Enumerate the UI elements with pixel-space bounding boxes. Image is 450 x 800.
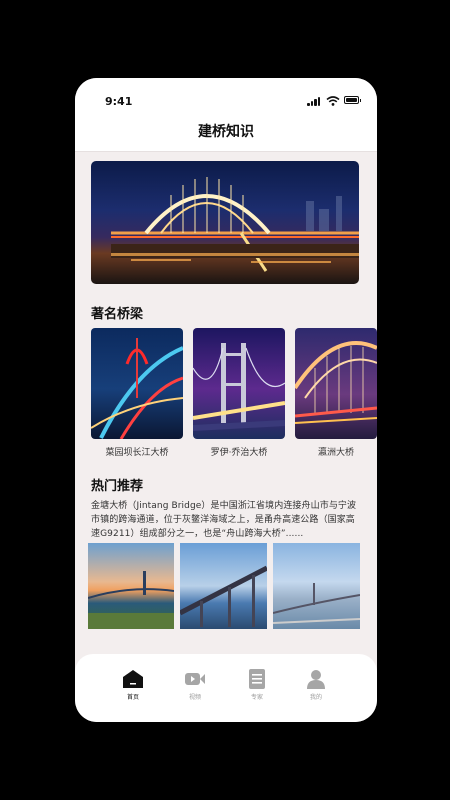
famous-bridges-title: 著名桥梁 — [91, 307, 144, 322]
phone-screen: 9:41 建桥知识 著名桥梁 菜园坝长江大桥 罗伊·乔治大桥 瀛洲大桥 热门推荐… — [75, 78, 377, 722]
famous-bridge-card[interactable] — [193, 328, 285, 439]
nav-home-label: 首页 — [126, 694, 139, 701]
battery-icon — [344, 96, 361, 104]
nav-expert[interactable]: 专家 — [232, 669, 282, 701]
hero-banner[interactable] — [91, 161, 359, 284]
famous-bridge-card[interactable] — [91, 328, 183, 439]
hot-photo-image — [273, 583, 360, 624]
bottom-nav: 首页 视频 专家 我的 — [75, 654, 377, 722]
document-icon — [246, 669, 268, 689]
nav-profile[interactable]: 我的 — [291, 669, 341, 701]
hot-photo[interactable] — [88, 543, 174, 629]
nav-video[interactable]: 视频 — [170, 669, 220, 701]
nav-expert-label: 专家 — [250, 694, 263, 701]
nav-home[interactable]: 首页 — [108, 669, 158, 701]
page-title: 建桥知识 — [198, 124, 254, 140]
famous-bridge-image — [193, 343, 285, 431]
profile-icon — [305, 669, 327, 689]
home-icon — [122, 669, 144, 689]
video-icon — [184, 669, 206, 689]
hot-recommend-title: 热门推荐 — [91, 479, 144, 494]
hot-photo[interactable] — [180, 543, 267, 629]
nav-profile-label: 我的 — [309, 694, 322, 701]
famous-bridge-image — [91, 338, 183, 439]
famous-bridge-card[interactable] — [295, 328, 377, 439]
famous-bridge-label: 瀛洲大桥 — [317, 448, 354, 458]
famous-bridge-label: 菜园坝长江大桥 — [105, 448, 169, 458]
status-time: 9:41 — [105, 95, 133, 108]
hero-bridge-image — [111, 177, 359, 272]
nav-video-label: 视频 — [188, 694, 201, 701]
app-header: 9:41 建桥知识 — [75, 78, 377, 152]
hot-photo[interactable] — [273, 543, 360, 629]
hot-recommend-description[interactable]: 金塘大桥（Jintang Bridge）是中国浙江省境内连接舟山市与宁波市镇的跨… — [91, 499, 361, 541]
hot-photo-image — [88, 571, 174, 629]
famous-bridge-image — [295, 341, 377, 424]
wifi-icon — [326, 96, 340, 106]
signal-icon — [307, 96, 321, 106]
famous-bridge-label: 罗伊·乔治大桥 — [210, 448, 268, 458]
hot-photo-image — [180, 565, 267, 627]
